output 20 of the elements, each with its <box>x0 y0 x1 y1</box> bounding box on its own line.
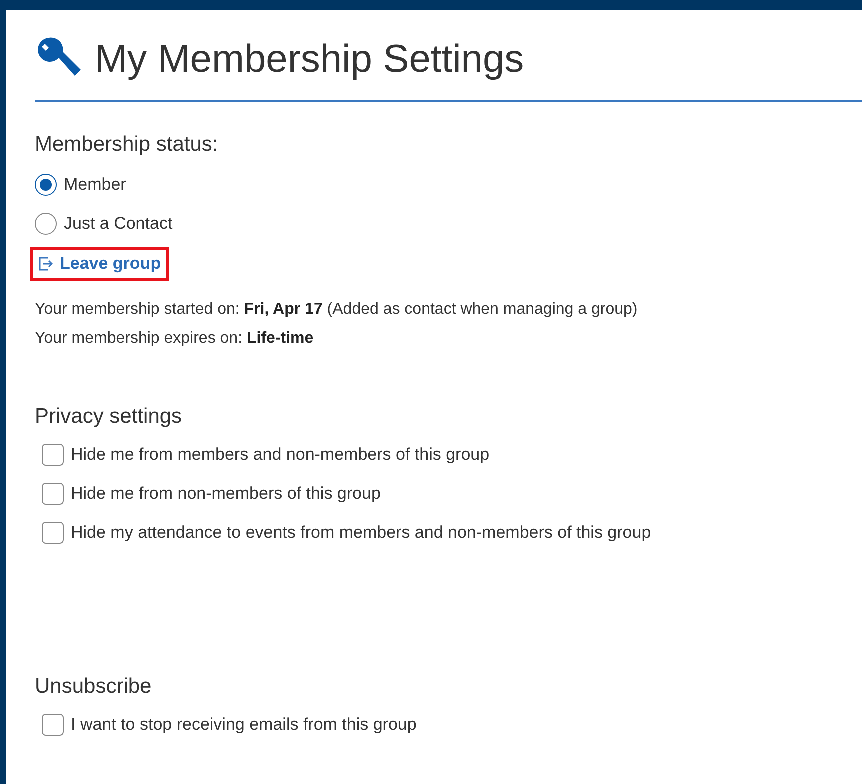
section-heading: Unsubscribe <box>35 675 153 699</box>
radio-button[interactable] <box>35 174 57 196</box>
checkbox[interactable] <box>42 714 64 736</box>
exit-icon <box>38 256 54 272</box>
leave-group-link[interactable]: Leave group <box>30 247 170 281</box>
radio-button[interactable] <box>35 212 57 234</box>
membership-info-text: Your membership expires on: Life-time <box>35 329 315 349</box>
checkbox[interactable] <box>42 444 64 466</box>
section-heading: Privacy settings <box>35 405 184 429</box>
radio-label: Member <box>64 174 126 194</box>
checkbox[interactable] <box>42 482 64 504</box>
checkbox-label: I want to stop receiving emails from this group <box>71 714 417 734</box>
checkbox-label: Hide my attendance to events from members and non-members of this group <box>71 522 652 542</box>
checkbox-label: Hide me from members and non-members of this group <box>71 444 490 464</box>
checkbox[interactable] <box>42 522 64 544</box>
section-heading: Membership status: <box>35 133 220 157</box>
checkbox-label: Hide me from non-members of this group <box>71 484 381 504</box>
membership-info-text: Your membership started on: Fri, Apr 17 (Added as contact when managing a group) <box>35 300 639 320</box>
radio-label: Just a Contact <box>64 214 173 234</box>
page-title: My Membership Settings <box>95 38 524 82</box>
